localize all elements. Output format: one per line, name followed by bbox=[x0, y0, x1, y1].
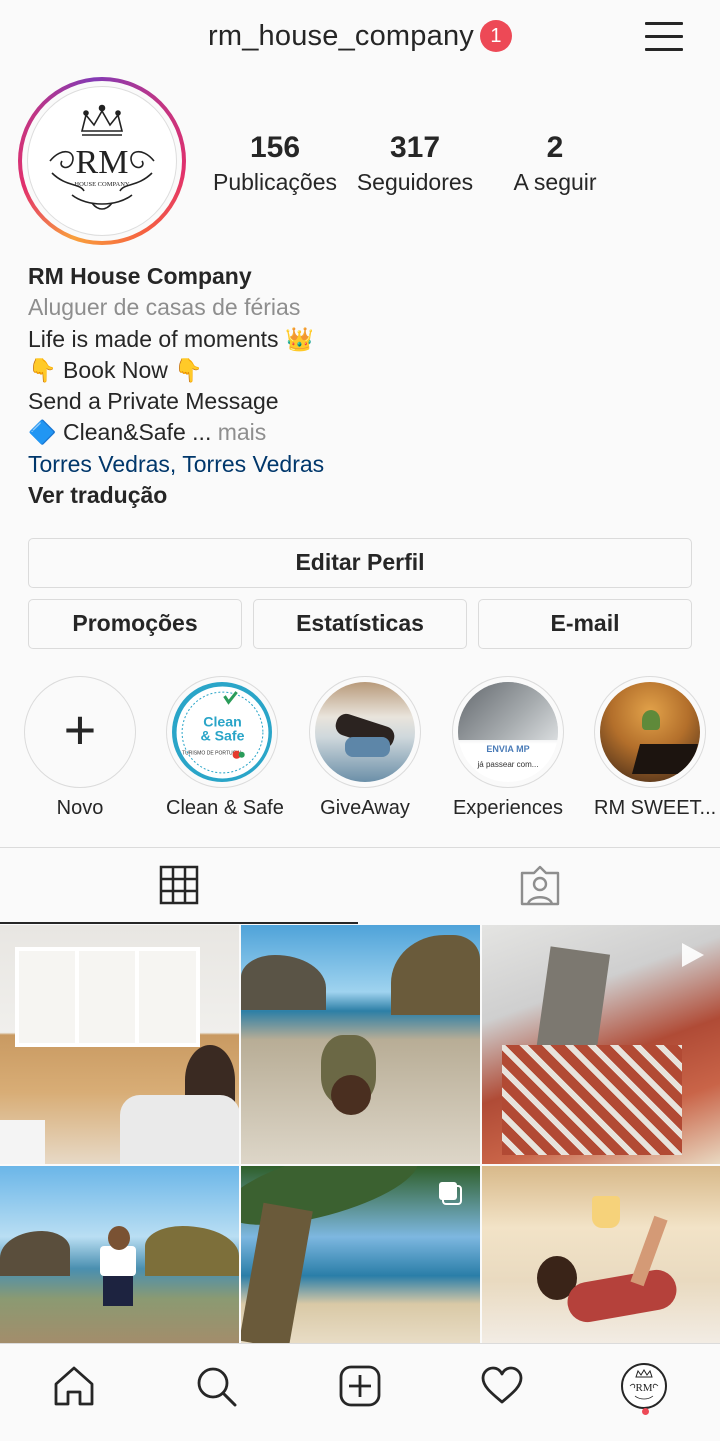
tab-tagged[interactable] bbox=[360, 848, 720, 924]
search-icon bbox=[197, 1367, 237, 1407]
grid-icon bbox=[159, 865, 199, 905]
highlight-experiences[interactable]: ENVIA MP já passear com... Experiences bbox=[452, 676, 564, 820]
edit-profile-button[interactable]: Editar Perfil bbox=[28, 538, 692, 588]
posts-count: 156 bbox=[249, 131, 301, 164]
post-thumbnail[interactable] bbox=[482, 1166, 720, 1343]
following-count: 2 bbox=[546, 131, 564, 164]
post-thumbnail[interactable] bbox=[0, 925, 239, 1164]
post-thumbnail[interactable] bbox=[241, 1166, 480, 1343]
rm-logo: RM HOUSE COMPANY bbox=[27, 86, 177, 236]
followers-label: Seguidores bbox=[356, 169, 474, 195]
giveaway-thumbnail bbox=[315, 682, 415, 782]
username-title[interactable]: rm_house_company 1 bbox=[0, 20, 720, 53]
username-text: rm_house_company bbox=[208, 20, 474, 52]
add-post-icon bbox=[339, 1365, 381, 1407]
followers-count: 317 bbox=[389, 131, 441, 164]
profile-name: RM House Company bbox=[28, 263, 252, 289]
bio-line: 🔷 Clean&Safe ... mais bbox=[28, 419, 267, 446]
tab-grid[interactable] bbox=[0, 848, 358, 924]
posts-label: Publicações bbox=[212, 169, 338, 195]
bio-line: Send a Private Message bbox=[28, 388, 279, 415]
post-thumbnail[interactable] bbox=[0, 1166, 239, 1343]
more-link[interactable]: mais bbox=[218, 419, 267, 445]
profile-tabs bbox=[0, 847, 720, 924]
highlight-new[interactable]: + Novo bbox=[24, 676, 136, 820]
post-thumbnail[interactable] bbox=[482, 925, 720, 1164]
nav-home[interactable] bbox=[50, 1362, 98, 1410]
stat-followers[interactable]: 317 Seguidores bbox=[350, 130, 480, 196]
svg-text:& Safe: & Safe bbox=[201, 728, 245, 744]
nav-search[interactable] bbox=[192, 1362, 240, 1410]
tagged-icon bbox=[520, 865, 560, 906]
hamburger-menu-icon[interactable] bbox=[645, 22, 683, 54]
nav-profile[interactable]: RM bbox=[620, 1362, 668, 1410]
following-label: A seguir bbox=[513, 169, 597, 195]
profile-notification-dot bbox=[642, 1408, 649, 1415]
promotions-button[interactable]: Promoções bbox=[28, 599, 242, 649]
plus-icon: + bbox=[63, 698, 97, 761]
heart-icon bbox=[481, 1366, 523, 1404]
profile-avatar-icon: RM bbox=[621, 1363, 667, 1409]
bio-line: 👇 Book Now 👇 bbox=[28, 356, 203, 383]
highlight-rm-sweet[interactable]: RM SWEET... bbox=[594, 676, 717, 820]
insights-button[interactable]: Estatísticas bbox=[253, 599, 467, 649]
email-button[interactable]: E-mail bbox=[478, 599, 692, 649]
clean-safe-badge: Clean & Safe TURISMO DE PORTUGAL bbox=[172, 682, 272, 782]
highlight-label: Novo bbox=[56, 797, 104, 819]
svg-text:RM: RM bbox=[76, 144, 129, 181]
highlight-label: GiveAway bbox=[320, 797, 410, 819]
carousel-icon bbox=[439, 1182, 462, 1205]
stat-posts[interactable]: 156 Publicações bbox=[210, 130, 340, 196]
highlight-label: Experiences bbox=[452, 797, 564, 819]
profile-avatar[interactable]: RM HOUSE COMPANY bbox=[18, 77, 186, 245]
bio-line: Life is made of moments 👑 bbox=[28, 325, 314, 352]
highlight-label: Clean & Safe bbox=[166, 797, 284, 819]
post-thumbnail[interactable] bbox=[241, 925, 480, 1164]
bottom-navigation: RM bbox=[0, 1343, 720, 1441]
nav-activity[interactable] bbox=[478, 1362, 526, 1410]
video-icon bbox=[682, 943, 704, 967]
svg-text:HOUSE COMPANY: HOUSE COMPANY bbox=[74, 181, 130, 188]
highlight-label: RM SWEET... bbox=[594, 797, 717, 819]
svg-text:RM: RM bbox=[635, 1382, 652, 1394]
nav-add-post[interactable] bbox=[336, 1362, 384, 1410]
profile-stats: 156 Publicações 317 Seguidores 2 A segui… bbox=[210, 130, 620, 200]
home-icon bbox=[54, 1366, 94, 1406]
profile-category: Aluguer de casas de férias bbox=[28, 294, 301, 321]
profile-bio: RM House Company Aluguer de casas de fér… bbox=[28, 261, 688, 511]
location-link[interactable]: Torres Vedras, Torres Vedras bbox=[28, 449, 688, 480]
notification-badge[interactable]: 1 bbox=[479, 20, 512, 52]
rm-sweet-thumbnail bbox=[600, 682, 700, 782]
experiences-thumbnail: ENVIA MP já passear com... bbox=[458, 682, 558, 782]
highlight-clean-safe[interactable]: Clean & Safe TURISMO DE PORTUGAL Clean &… bbox=[166, 676, 284, 820]
stat-following[interactable]: 2 A seguir bbox=[490, 130, 620, 196]
translate-link[interactable]: Ver tradução bbox=[28, 480, 688, 511]
top-header: rm_house_company 1 bbox=[0, 0, 720, 80]
highlight-giveaway[interactable]: GiveAway bbox=[309, 676, 421, 820]
new-highlight-circle: + bbox=[24, 676, 136, 788]
